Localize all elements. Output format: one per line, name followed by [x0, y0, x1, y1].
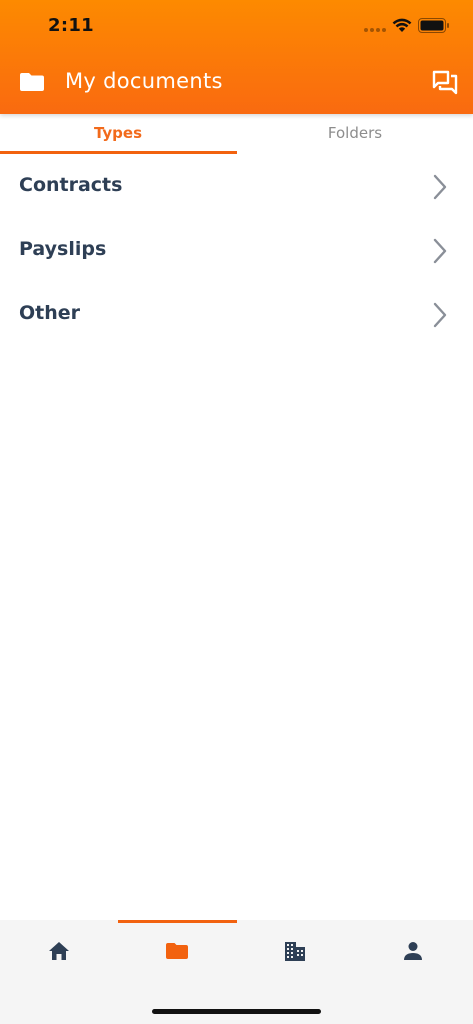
list-item-label: Payslips — [19, 238, 107, 260]
tab-folders[interactable]: Folders — [237, 114, 473, 154]
home-icon — [49, 942, 69, 960]
document-type-list: Contracts Payslips Other — [0, 154, 473, 346]
folder-icon — [20, 73, 44, 91]
tab-bar: Types Folders — [0, 114, 473, 154]
building-icon — [285, 942, 305, 961]
list-item-label: Other — [19, 302, 81, 324]
app-header: 2:11 My documents — [0, 0, 473, 114]
nav-home[interactable] — [0, 920, 118, 984]
home-indicator[interactable] — [152, 1009, 321, 1014]
page-title: My documents — [65, 69, 223, 93]
battery-icon — [418, 18, 449, 33]
folder-icon — [166, 943, 188, 959]
wifi-icon — [392, 18, 412, 32]
list-item-label: Contracts — [19, 174, 123, 196]
list-item-other[interactable]: Other — [0, 282, 473, 346]
chevron-right-icon — [433, 302, 447, 328]
chat-icon[interactable] — [432, 70, 458, 96]
nav-documents[interactable] — [118, 920, 236, 984]
status-time: 2:11 — [48, 15, 94, 36]
person-icon — [404, 942, 422, 960]
status-bar: 2:11 — [0, 0, 473, 54]
list-item-contracts[interactable]: Contracts — [0, 154, 473, 218]
chevron-right-icon — [433, 238, 447, 264]
list-item-payslips[interactable]: Payslips — [0, 218, 473, 282]
chevron-right-icon — [433, 174, 447, 200]
nav-profile[interactable] — [354, 920, 472, 984]
cellular-signal-icon — [364, 28, 386, 34]
tab-types[interactable]: Types — [0, 114, 236, 154]
nav-company[interactable] — [236, 920, 354, 984]
title-bar: My documents — [0, 54, 473, 114]
